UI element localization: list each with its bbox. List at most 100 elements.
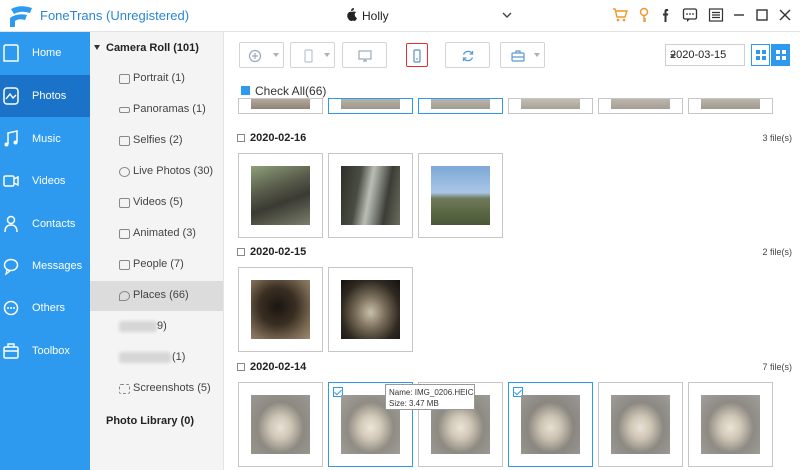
group-checkbox[interactable] [237,134,245,142]
photo-grid-area: 2020-03-15 Check All(66) 2020-02-16 3 fi… [224,32,800,470]
toolbox-button[interactable] [500,42,545,68]
photo-thumbnail[interactable] [508,382,593,467]
grid-view-small-toggle[interactable] [751,44,770,66]
photo-info-tooltip: Name: IMG_0206.HEIC Size: 3.47 MB [385,384,475,410]
photo-thumbnail[interactable] [688,382,773,467]
album-item-videos[interactable]: Videos (5) [90,188,223,218]
blurred-album-name [119,352,171,363]
photo-image [431,166,490,225]
photo-thumbnail[interactable] [598,382,683,467]
apple-icon [347,8,357,21]
photo-thumbnail[interactable] [328,267,413,352]
grid-view-large-toggle[interactable] [771,44,790,66]
delete-to-device-button[interactable] [406,43,428,67]
album-item-people[interactable]: People (7) [90,250,223,280]
photo-image [611,99,670,109]
animated-icon [119,229,130,239]
nav-label: Videos [32,175,66,187]
refresh-button[interactable] [445,42,490,68]
messages-icon [3,258,19,276]
add-button[interactable] [239,42,284,68]
group-checkbox[interactable] [237,363,245,371]
dropdown-arrow-icon [534,53,540,57]
people-icon [119,260,130,270]
nav-item-others[interactable]: Others [0,287,90,329]
fonetrans-logo-icon [10,6,32,27]
cart-icon[interactable] [612,7,628,23]
nav-label: Messages [32,260,83,272]
nav-item-music[interactable]: Music [0,118,90,160]
photo-thumbnail[interactable] [418,98,503,114]
nav-item-contacts[interactable]: Contacts [0,203,90,245]
photo-thumbnail[interactable] [328,98,413,114]
blurred-album-name [119,321,157,332]
group-date: 2020-02-14 [250,361,307,373]
briefcase-icon [511,50,525,62]
album-item-selfies[interactable]: Selfies (2) [90,126,223,156]
tooltip-file-name: Name: IMG_0206.HEIC [389,388,474,397]
album-item-places[interactable]: Places (66) [90,281,223,311]
check-all-label: Check All(66) [255,84,327,98]
photo-image [251,280,310,339]
contacts-icon [4,215,18,233]
phone-icon [413,49,421,63]
photo-image [251,166,310,225]
location-icon [119,291,130,301]
photo-thumbnail[interactable] [328,153,413,238]
panorama-icon [119,107,130,113]
photo-thumbnail[interactable] [238,98,323,114]
photo-thumbnail[interactable] [418,153,503,238]
title-bar: FoneTrans (Unregistered) Holly [0,0,800,32]
export-to-device-button[interactable] [290,42,335,68]
photo-thumbnail[interactable] [688,98,773,114]
photo-image [701,99,760,109]
date-group-header: 2020-02-14 7 file(s) [237,361,800,377]
nav-item-photos[interactable]: Photos [0,75,90,117]
menu-icon[interactable] [708,7,724,23]
nav-item-messages[interactable]: Messages [0,245,90,287]
photo-thumbnail[interactable] [508,98,593,114]
nav-item-home[interactable]: Home [0,32,90,74]
album-item-animated[interactable]: Animated (3) [90,219,223,249]
app-title: FoneTrans (Unregistered) [40,8,190,23]
portrait-icon [119,74,130,84]
album-item-screenshots[interactable]: Screenshots (5) [90,374,223,404]
close-icon[interactable] [777,7,793,23]
grid-icon [756,50,766,60]
photo-image [431,99,490,109]
device-name: Holly [362,9,389,23]
album-item-blurred-1[interactable]: 9) [90,312,223,342]
chevron-down-icon [502,12,512,18]
nav-label: Photos [32,90,67,102]
photo-library-header[interactable]: Photo Library (0) [106,415,194,427]
music-icon [4,130,18,147]
photo-thumbnail[interactable] [238,267,323,352]
date-select[interactable]: 2020-03-15 [665,44,745,66]
device-selector[interactable]: Holly [338,5,518,27]
photo-thumbnail[interactable] [598,98,683,114]
chat-icon[interactable] [682,7,698,23]
album-item-portrait[interactable]: Portrait (1) [90,64,223,94]
key-icon[interactable] [636,7,652,23]
camera-roll-header[interactable]: Camera Roll (101) [94,42,199,54]
facebook-icon[interactable] [658,7,674,23]
phone-export-icon [304,49,313,63]
photo-thumbnail[interactable] [238,153,323,238]
group-date: 2020-02-16 [250,132,307,144]
nav-item-toolbox[interactable]: Toolbox [0,330,90,372]
group-checkbox[interactable] [237,248,245,256]
export-to-pc-button[interactable] [342,42,387,68]
photo-image [251,99,310,109]
date-group-header: 2020-02-16 3 file(s) [237,132,800,148]
maximize-icon[interactable] [754,7,770,23]
dropdown-arrow-icon [324,53,330,57]
nav-item-videos[interactable]: Videos [0,160,90,202]
nav-label: Music [32,133,61,145]
album-item-panoramas[interactable]: Panoramas (1) [90,95,223,125]
photo-thumbnail[interactable] [238,382,323,467]
album-item-live-photos[interactable]: Live Photos (30) [90,157,223,187]
album-item-blurred-2[interactable]: (1) [90,343,223,373]
screenshot-icon [119,384,130,394]
minimize-icon[interactable] [731,7,747,23]
check-all-checkbox[interactable] [241,86,250,95]
